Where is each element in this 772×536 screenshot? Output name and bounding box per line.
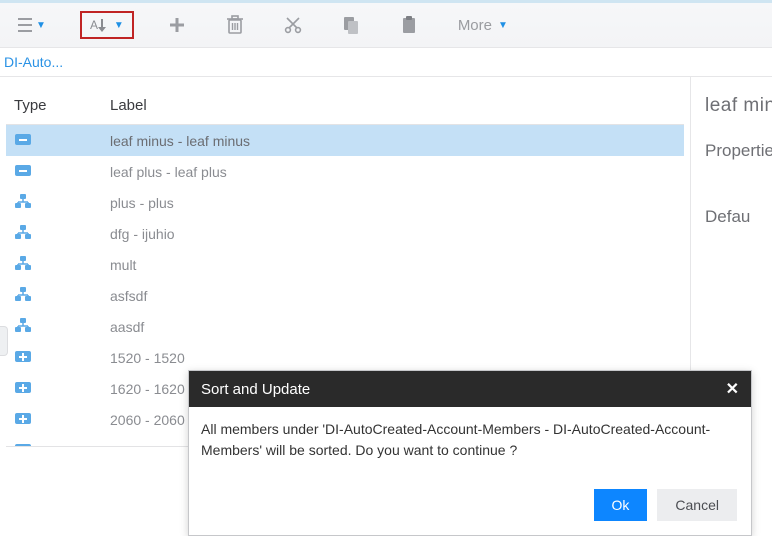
paste-button[interactable] xyxy=(394,11,424,39)
scissors-icon xyxy=(284,16,302,34)
hierarchy-icon xyxy=(6,218,102,249)
hierarchy-icon xyxy=(6,280,102,311)
leaf-plus-icon xyxy=(6,342,102,373)
leaf-plus-icon xyxy=(6,435,102,447)
ok-button[interactable]: Ok xyxy=(594,489,648,521)
more-label: More xyxy=(458,17,492,34)
chevron-down-icon: ▼ xyxy=(36,20,46,31)
row-label: plus - plus xyxy=(102,187,684,218)
dialog-header[interactable]: Sort and Update ✕ xyxy=(189,371,751,407)
panel-collapse-handle[interactable] xyxy=(0,326,8,356)
close-icon[interactable]: ✕ xyxy=(726,379,739,399)
copy-icon xyxy=(342,15,360,35)
hierarchy-icon xyxy=(6,311,102,342)
svg-text:A: A xyxy=(90,18,98,32)
leaf-plus-icon xyxy=(6,404,102,435)
sort-az-icon: A xyxy=(90,17,108,33)
plus-icon xyxy=(168,16,186,34)
row-label: mult xyxy=(102,249,684,280)
row-label: dfg - ijuhio xyxy=(102,218,684,249)
table-row[interactable]: leaf plus - leaf plus xyxy=(6,156,684,187)
column-header-type[interactable]: Type xyxy=(6,87,102,125)
more-button[interactable]: More ▼ xyxy=(452,13,514,38)
dialog-title: Sort and Update xyxy=(201,381,310,398)
column-header-label[interactable]: Label xyxy=(102,87,684,125)
chevron-down-icon: ▼ xyxy=(498,20,508,31)
table-row[interactable]: 1520 - 1520 xyxy=(6,342,684,373)
hierarchy-icon xyxy=(6,187,102,218)
table-row[interactable]: dfg - ijuhio xyxy=(6,218,684,249)
side-panel-properties: Propertie xyxy=(705,141,772,161)
leaf-minus-icon xyxy=(6,125,102,157)
toolbar: ▼ A ▼ xyxy=(0,0,772,48)
breadcrumb: DI-Auto... xyxy=(0,48,772,77)
dialog-body: All members under 'DI-AutoCreated-Accoun… xyxy=(189,407,751,479)
table-row[interactable]: aasdf xyxy=(6,311,684,342)
row-label: aasdf xyxy=(102,311,684,342)
row-label: leaf plus - leaf plus xyxy=(102,156,684,187)
leaf-minus-icon xyxy=(6,156,102,187)
add-button[interactable] xyxy=(162,12,192,38)
side-panel-default: Defau xyxy=(705,207,772,227)
row-label: asfsdf xyxy=(102,280,684,311)
breadcrumb-link[interactable]: DI-Auto... xyxy=(4,54,63,70)
leaf-plus-icon xyxy=(6,373,102,404)
paste-icon xyxy=(400,15,418,35)
table-row[interactable]: plus - plus xyxy=(6,187,684,218)
table-row[interactable]: leaf minus - leaf minus xyxy=(6,125,684,157)
table-row[interactable]: mult xyxy=(6,249,684,280)
delete-button[interactable] xyxy=(220,11,250,39)
side-panel-title: leaf min xyxy=(705,95,772,117)
chevron-down-icon: ▼ xyxy=(114,20,124,31)
sort-button[interactable]: A ▼ xyxy=(80,11,134,39)
cancel-button[interactable]: Cancel xyxy=(657,489,737,521)
dialog-footer: Ok Cancel xyxy=(189,479,751,535)
cut-button[interactable] xyxy=(278,12,308,38)
sort-update-dialog: Sort and Update ✕ All members under 'DI-… xyxy=(188,370,752,536)
table-row[interactable]: asfsdf xyxy=(6,280,684,311)
hierarchy-icon xyxy=(6,249,102,280)
copy-button[interactable] xyxy=(336,11,366,39)
trash-icon xyxy=(226,15,244,35)
menu-button[interactable]: ▼ xyxy=(12,14,52,36)
row-label: leaf minus - leaf minus xyxy=(102,125,684,157)
row-label: 1520 - 1520 xyxy=(102,342,684,373)
